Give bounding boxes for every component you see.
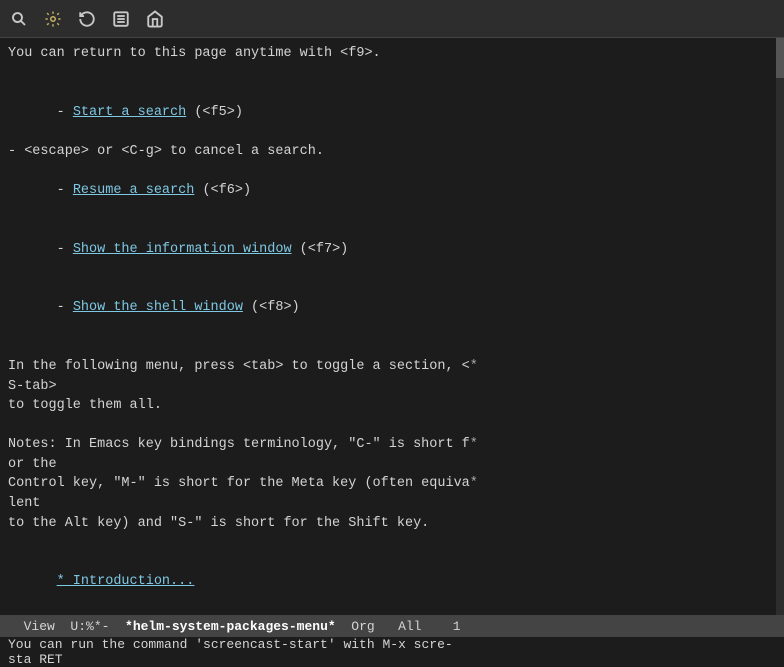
bullet-1: - <box>57 105 73 120</box>
status-mode-name: *helm-system-packages-menu* <box>125 619 336 634</box>
line-notes-1: Notes: In Emacs key bindings terminology… <box>8 435 762 455</box>
status-bar: View U:%*- *helm-system-packages-menu* O… <box>0 615 784 637</box>
main-content: You can return to this page anytime with… <box>0 38 784 615</box>
resume-search-link[interactable]: Resume a search <box>73 183 195 198</box>
line-resume-search: - Resume a search (<f6>) <box>8 161 762 220</box>
line-info-window: - Show the information window (<f7>) <box>8 220 762 279</box>
line-empty-4 <box>8 533 762 553</box>
introduction-link[interactable]: * Introduction... <box>57 574 195 589</box>
settings-icon[interactable] <box>42 8 64 30</box>
line-notes-4: lent <box>8 494 762 514</box>
scrollbar-thumb[interactable] <box>776 38 784 78</box>
content-area: You can return to this page anytime with… <box>8 44 776 615</box>
scrollbar[interactable] <box>776 38 784 615</box>
refresh-icon[interactable] <box>76 8 98 30</box>
bottom-bar: You can run the command 'screencast-star… <box>0 637 784 667</box>
list-icon[interactable] <box>110 8 132 30</box>
bottom-line-1: You can run the command 'screencast-star… <box>8 637 776 652</box>
home-icon[interactable] <box>144 8 166 30</box>
shell-window-key: (<f8>) <box>243 300 300 315</box>
line-tab-info-2: S-tab> <box>8 377 762 397</box>
line-empty-3 <box>8 416 762 436</box>
line-intro: You can return to this page anytime with… <box>8 44 762 64</box>
line-start-search: - Start a search (<f5>) <box>8 83 762 142</box>
shell-window-link[interactable]: Show the shell window <box>73 300 243 315</box>
line-notes-5: to the Alt key) and "S-" is short for th… <box>8 514 762 534</box>
status-left: View U:%*- <box>8 619 125 634</box>
bullet-4: - <box>57 300 73 315</box>
info-window-key: (<f7>) <box>292 242 349 257</box>
resume-search-key: (<f6>) <box>194 183 251 198</box>
line-notes-3: Control key, "M-" is short for the Meta … <box>8 474 762 494</box>
status-right: Org All 1 <box>336 619 461 634</box>
start-search-key: (<f5>) <box>186 105 243 120</box>
info-window-link[interactable]: Show the information window <box>73 242 292 257</box>
line-empty-2 <box>8 337 762 357</box>
line-intro-link: * Introduction... <box>8 553 762 612</box>
line-escape: - <escape> or <C-g> to cancel a search. <box>8 142 762 162</box>
line-custom-link: * Customization... <box>8 611 762 615</box>
line-notes-2: or the <box>8 455 762 475</box>
line-empty-1 <box>8 64 762 84</box>
line-tab-info-3: to toggle them all. <box>8 396 762 416</box>
toolbar <box>0 0 784 38</box>
line-shell-window: - Show the shell window (<f8>) <box>8 279 762 338</box>
bullet-2: - <box>57 183 73 198</box>
bottom-line-2: sta RET <box>8 652 776 667</box>
search-icon[interactable] <box>8 8 30 30</box>
line-tab-info-1: In the following menu, press <tab> to to… <box>8 357 762 377</box>
bullet-3: - <box>57 242 73 257</box>
start-search-link[interactable]: Start a search <box>73 105 186 120</box>
